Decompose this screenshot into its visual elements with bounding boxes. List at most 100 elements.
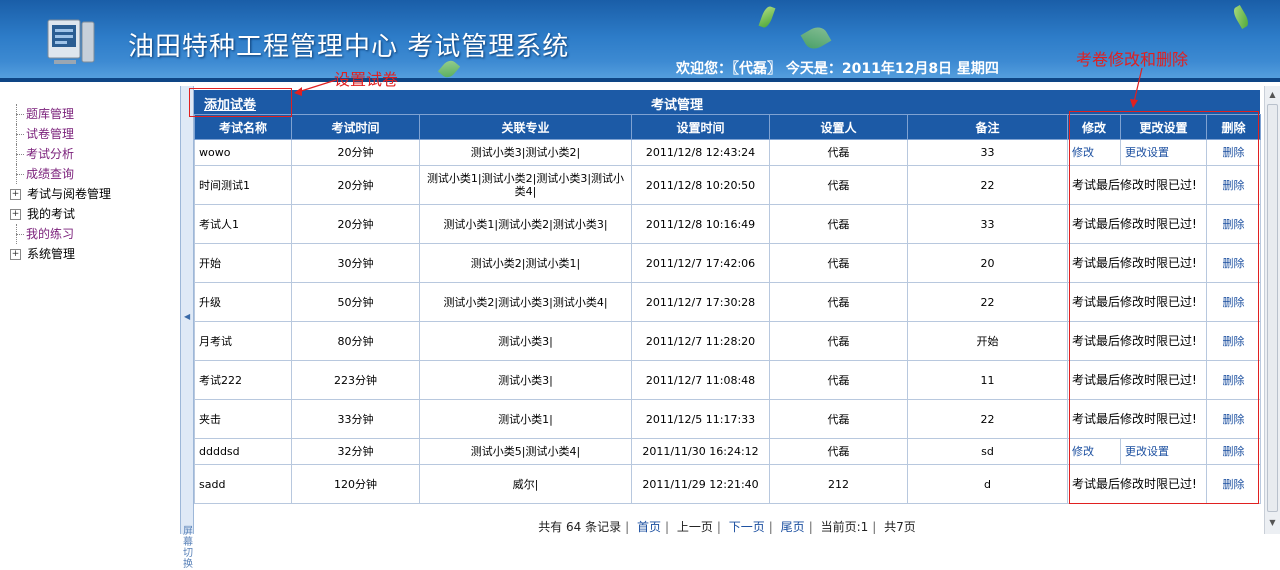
column-header: 关联专业 (419, 114, 632, 140)
related-major-cell: 测试小类5|测试小类4| (419, 438, 632, 465)
sidebar-item-label: 系统管理 (27, 247, 76, 261)
set-time-cell: 2011/12/7 17:30:28 (631, 282, 770, 322)
setter-cell: 代磊 (769, 243, 908, 283)
exam-duration-cell: 20分钟 (291, 139, 420, 166)
exam-duration-cell: 30分钟 (291, 243, 420, 283)
exam-duration-cell: 20分钟 (291, 204, 420, 244)
sidebar-item-label: 考试与阅卷管理 (27, 187, 112, 201)
setter-cell: 代磊 (769, 360, 908, 400)
sidebar-item-label: 我的考试 (27, 207, 76, 221)
exam-name-cell: 考试人1 (194, 204, 292, 244)
sidebar-item-exam-analysis[interactable]: 考试分析 (10, 144, 111, 164)
setter-cell: 代磊 (769, 204, 908, 244)
exam-duration-cell: 223分钟 (291, 360, 420, 400)
sidebar-item-exam-grading[interactable]: + 考试与阅卷管理 (10, 184, 111, 204)
scroll-down-icon[interactable]: ▼ (1266, 516, 1279, 530)
sidebar-item-label: 考试分析 (26, 147, 75, 161)
set-time-cell: 2011/11/29 12:21:40 (631, 464, 770, 504)
pager: 共有 64 条记录 | 首页 | 上一页 | 下一页 | 尾页 | 当前页:1 | 共7页 (538, 520, 916, 534)
next-page-link[interactable]: 下一页 (729, 520, 765, 534)
expand-plus-icon[interactable]: + (10, 249, 21, 260)
note-cell: 33 (907, 204, 1068, 244)
exam-duration-cell: 33分钟 (291, 399, 420, 439)
sidebar-item-score-query[interactable]: 成绩查询 (10, 164, 111, 184)
leaf-decoration (800, 23, 832, 53)
set-time-cell: 2011/12/8 10:16:49 (631, 204, 770, 244)
sidebar-item-exam-paper[interactable]: 试卷管理 (10, 124, 111, 144)
related-major-cell: 威尔| (419, 464, 632, 504)
set-time-cell: 2011/12/5 11:17:33 (631, 399, 770, 439)
exam-name-cell: 月考试 (194, 321, 292, 361)
record-count: 共有 64 条记录 (538, 520, 622, 534)
annotation-label-set-exam: 设置试卷 (334, 70, 399, 89)
page-total: 共7页 (884, 520, 916, 534)
leaf-decoration (758, 4, 776, 30)
exam-name-cell: sadd (194, 464, 292, 504)
set-time-cell: 2011/12/7 11:28:20 (631, 321, 770, 361)
screen-switch-label: 屏幕切换 (183, 526, 193, 570)
nav-tree: 题库管理 试卷管理 考试分析 成绩查询 + 考试与阅卷管理 + 我的考试 我的练习 … (10, 104, 111, 264)
first-page-link[interactable]: 首页 (637, 520, 661, 534)
setter-cell: 代磊 (769, 399, 908, 439)
column-header: 设置人 (769, 114, 908, 140)
annotation-box-actions (1069, 111, 1259, 504)
vertical-scrollbar[interactable]: ▲ ▼ (1264, 86, 1280, 534)
sidebar-item-label: 题库管理 (26, 107, 75, 121)
exam-name-cell: ddddsd (194, 438, 292, 465)
annotation-arrow-left (294, 79, 337, 96)
prev-page-link[interactable]: 上一页 (677, 520, 713, 534)
set-time-cell: 2011/11/30 16:24:12 (631, 438, 770, 465)
setter-cell: 代磊 (769, 165, 908, 205)
exam-duration-cell: 120分钟 (291, 464, 420, 504)
exam-duration-cell: 20分钟 (291, 165, 420, 205)
column-header: 考试名称 (194, 114, 292, 140)
set-time-cell: 2011/12/7 17:42:06 (631, 243, 770, 283)
annotation-arrow-down (1130, 67, 1143, 108)
computer-logo-icon (46, 16, 96, 68)
related-major-cell: 测试小类3| (419, 360, 632, 400)
app-title: 油田特种工程管理中心 考试管理系统 (128, 32, 570, 62)
collapse-arrow-icon[interactable]: ◀ (184, 312, 190, 321)
exam-duration-cell: 32分钟 (291, 438, 420, 465)
note-cell: 20 (907, 243, 1068, 283)
related-major-cell: 测试小类3|测试小类2| (419, 139, 632, 166)
expand-plus-icon[interactable]: + (10, 209, 21, 220)
note-cell: sd (907, 438, 1068, 465)
set-time-cell: 2011/12/8 10:20:50 (631, 165, 770, 205)
header-divider (0, 78, 1280, 82)
sidebar-splitter[interactable]: ◀ 屏幕切换 (180, 86, 194, 570)
exam-name-cell: 夹击 (194, 399, 292, 439)
exam-duration-cell: 80分钟 (291, 321, 420, 361)
exam-duration-cell: 50分钟 (291, 282, 420, 322)
setter-cell: 代磊 (769, 438, 908, 465)
note-cell: d (907, 464, 1068, 504)
note-cell: 33 (907, 139, 1068, 166)
sidebar-item-my-practice[interactable]: 我的练习 (10, 224, 111, 244)
setter-cell: 代磊 (769, 139, 908, 166)
note-cell: 22 (907, 399, 1068, 439)
note-cell: 22 (907, 282, 1068, 322)
scroll-thumb[interactable] (1267, 104, 1278, 512)
welcome-text: 欢迎您：〖代磊〗 今天是：2011年12月8日 星期四 (676, 61, 999, 77)
expand-plus-icon[interactable]: + (10, 189, 21, 200)
exam-name-cell: 时间测试1 (194, 165, 292, 205)
exam-name-cell: 考试222 (194, 360, 292, 400)
related-major-cell: 测试小类2|测试小类1| (419, 243, 632, 283)
scroll-up-icon[interactable]: ▲ (1266, 88, 1279, 102)
current-page: 当前页:1 (820, 520, 869, 534)
setter-cell: 代磊 (769, 282, 908, 322)
sidebar-item-system[interactable]: + 系统管理 (10, 244, 111, 264)
sidebar: 题库管理 试卷管理 考试分析 成绩查询 + 考试与阅卷管理 + 我的考试 我的练习 … (0, 86, 180, 534)
note-cell: 11 (907, 360, 1068, 400)
column-header: 备注 (907, 114, 1068, 140)
note-cell: 开始 (907, 321, 1068, 361)
last-page-link[interactable]: 尾页 (781, 520, 805, 534)
related-major-cell: 测试小类3| (419, 321, 632, 361)
sidebar-item-my-exams[interactable]: + 我的考试 (10, 204, 111, 224)
note-cell: 22 (907, 165, 1068, 205)
set-time-cell: 2011/12/7 11:08:48 (631, 360, 770, 400)
setter-cell: 212 (769, 464, 908, 504)
column-header: 设置时间 (631, 114, 770, 140)
column-header: 考试时间 (291, 114, 420, 140)
exam-name-cell: 升级 (194, 282, 292, 322)
